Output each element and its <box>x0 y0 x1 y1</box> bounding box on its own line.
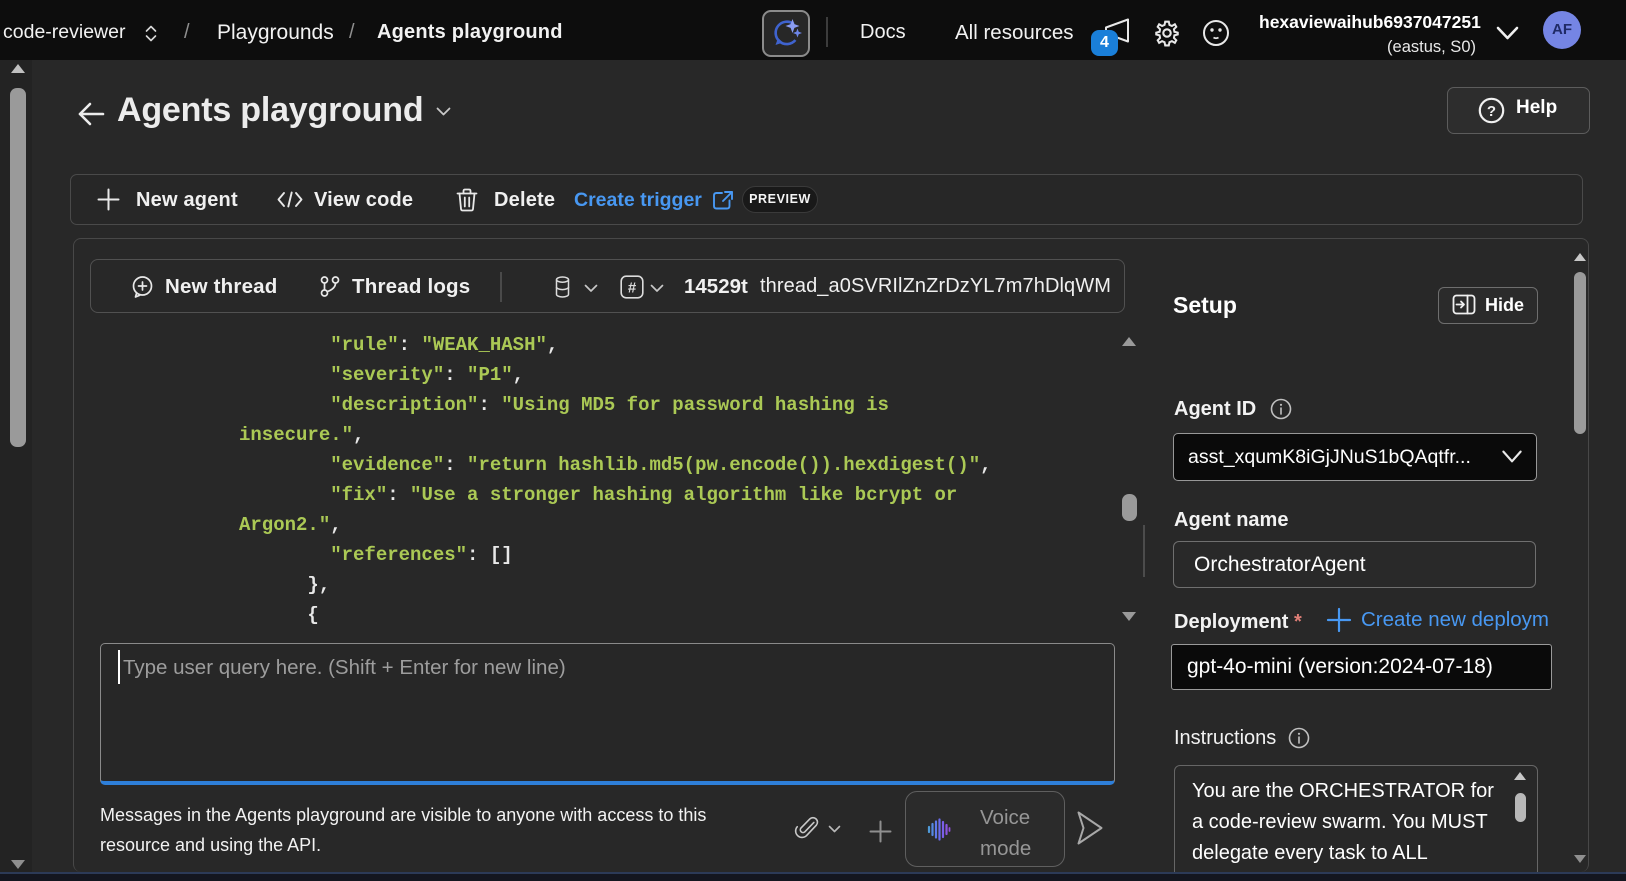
svg-text:?: ? <box>1487 103 1496 120</box>
svg-text:#: # <box>628 280 637 297</box>
